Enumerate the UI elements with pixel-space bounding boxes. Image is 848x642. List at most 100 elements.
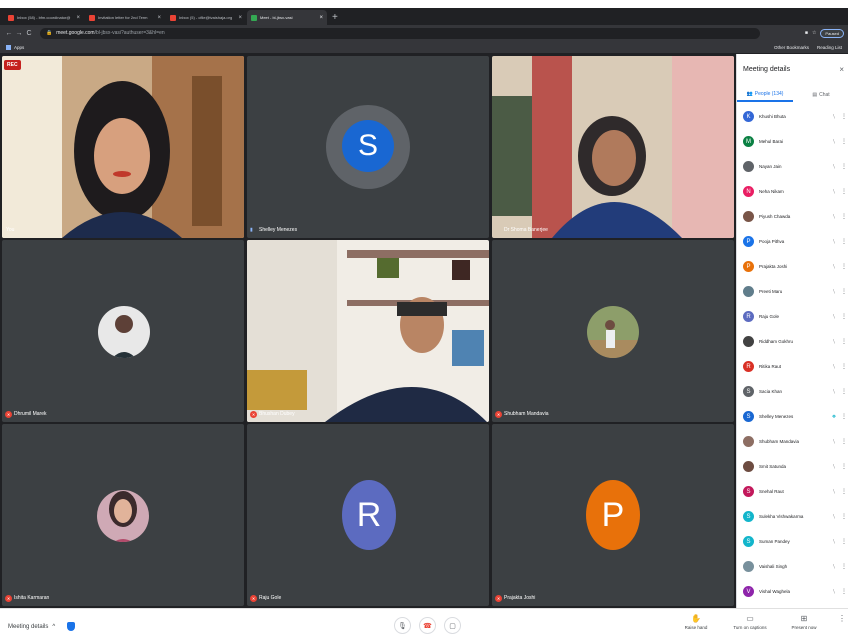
more-vert-icon[interactable]: ⋮ bbox=[839, 463, 848, 470]
more-vert-icon[interactable]: ⋮ bbox=[839, 588, 848, 595]
browser-tab[interactable]: Inbox (58) - bfm.coordinator@ × bbox=[4, 10, 84, 25]
participant-row[interactable]: Shubham Mandavia ⧹ ⋮ bbox=[737, 429, 848, 454]
participant-video bbox=[247, 240, 489, 422]
participant-tile-bhushan[interactable]: ✕ Bhushan Dubey bbox=[247, 240, 489, 422]
participant-row[interactable]: Piyush Chawda ⧹ ⋮ bbox=[737, 204, 848, 229]
more-vert-icon[interactable]: ⋮ bbox=[839, 213, 848, 220]
close-tab-icon[interactable]: × bbox=[76, 15, 80, 21]
bookmark-reading-list[interactable]: Reading List bbox=[817, 45, 842, 50]
participant-row[interactable]: R Raju Gole ⧹ ⋮ bbox=[737, 304, 848, 329]
raise-hand-button[interactable]: ✋ Raise hand bbox=[676, 614, 716, 630]
avatar bbox=[743, 336, 754, 347]
participant-row[interactable]: M Mehul Barai ⧹ ⋮ bbox=[737, 129, 848, 154]
more-vert-icon[interactable]: ⋮ bbox=[839, 113, 848, 120]
participant-row[interactable]: S Sulekha Vishwakarma ⧹ ⋮ bbox=[737, 504, 848, 529]
microphone-button[interactable]: 🎙 bbox=[394, 617, 411, 634]
participant-tile-prajakta[interactable]: P ✕ Prajakta Joshi bbox=[492, 424, 734, 606]
leave-call-button[interactable]: ☎ bbox=[419, 617, 436, 634]
avatar: S bbox=[743, 511, 754, 522]
captions-button[interactable]: ▭ Turn on captions bbox=[730, 614, 770, 630]
address-bar[interactable]: 🔒 meet.google.com/bl-jbsx-vasi?authuser=… bbox=[40, 27, 760, 39]
muted-mic-icon: ✕ bbox=[5, 411, 12, 418]
new-tab-button[interactable]: + bbox=[332, 10, 338, 25]
participant-row[interactable]: N Neha Nikam ⧹ ⋮ bbox=[737, 179, 848, 204]
avatar: S bbox=[743, 536, 754, 547]
close-tab-icon[interactable]: × bbox=[319, 15, 323, 21]
participant-row[interactable]: S Suman Pandey ⧹ ⋮ bbox=[737, 529, 848, 554]
participant-tile-shubham[interactable]: ✕ Shubham Mandavia bbox=[492, 240, 734, 422]
more-vert-icon[interactable]: ⋮ bbox=[839, 363, 848, 370]
more-options-button[interactable]: ⋮ bbox=[838, 614, 846, 630]
mic-off-icon: ⧹ bbox=[833, 213, 835, 220]
more-vert-icon[interactable]: ⋮ bbox=[839, 513, 848, 520]
more-vert-icon[interactable]: ⋮ bbox=[839, 388, 848, 395]
mic-off-icon: ⧹ bbox=[833, 438, 835, 445]
participant-row[interactable]: Riddham Gokhru ⧹ ⋮ bbox=[737, 329, 848, 354]
close-tab-icon[interactable]: × bbox=[238, 15, 242, 21]
more-vert-icon[interactable]: ⋮ bbox=[839, 438, 848, 445]
camera-button[interactable]: ▢ bbox=[444, 617, 461, 634]
participant-name: Raju Gole bbox=[759, 314, 780, 319]
tab-favicon-icon bbox=[251, 14, 257, 21]
close-icon[interactable]: × bbox=[839, 65, 844, 74]
participant-row[interactable]: S Snehal Raut ⧹ ⋮ bbox=[737, 479, 848, 504]
avatar: S bbox=[743, 386, 754, 397]
more-vert-icon[interactable]: ⋮ bbox=[839, 488, 848, 495]
bookmark-star-icon[interactable]: ☆ bbox=[812, 30, 816, 36]
host-controls-shield-icon[interactable] bbox=[67, 622, 76, 631]
more-vert-icon[interactable]: ⋮ bbox=[839, 288, 848, 295]
participant-row[interactable]: S Sacia Khan ⧹ ⋮ bbox=[737, 379, 848, 404]
browser-tab[interactable]: Invitation letter for 2nd Term × bbox=[85, 10, 165, 25]
hand-icon: ✋ bbox=[691, 614, 701, 623]
participant-tile-raju[interactable]: R ✕ Raju Gole bbox=[247, 424, 489, 606]
mic-off-icon: ⧹ bbox=[833, 313, 835, 320]
mic-off-icon: ⧹ bbox=[833, 388, 835, 395]
back-icon[interactable]: ← bbox=[4, 30, 14, 37]
participant-row[interactable]: P Pooja Pithva ⧹ ⋮ bbox=[737, 229, 848, 254]
camera-indicator-icon[interactable]: ■ bbox=[805, 30, 808, 36]
participant-row[interactable]: Preeti Maru ⧹ ⋮ bbox=[737, 279, 848, 304]
tile-name: Shelley Menezes bbox=[259, 227, 298, 233]
bookmark-apps[interactable]: Apps bbox=[14, 45, 24, 50]
more-vert-icon[interactable]: ⋮ bbox=[839, 138, 848, 145]
participant-row[interactable]: V Vishal Waghela ⧹ ⋮ bbox=[737, 579, 848, 604]
browser-tab[interactable]: Inbox (5) - cfile@tvaishaja.org × bbox=[166, 10, 246, 25]
reload-icon[interactable]: C bbox=[24, 30, 34, 37]
apps-icon bbox=[6, 44, 11, 50]
participant-row[interactable]: R Ritika Raut ⧹ ⋮ bbox=[737, 354, 848, 379]
forward-icon[interactable]: → bbox=[14, 30, 24, 37]
bookmark-other[interactable]: Other Bookmarks bbox=[774, 45, 809, 50]
participant-tile-dhrumil[interactable]: ✕ Dhrumil Marek bbox=[2, 240, 244, 422]
participant-row[interactable]: K Khushi Bhuta ⧹ ⋮ bbox=[737, 104, 848, 129]
more-vert-icon[interactable]: ⋮ bbox=[839, 313, 848, 320]
participant-row[interactable]: P Prajakta Joshi ⧹ ⋮ bbox=[737, 254, 848, 279]
tab-chat[interactable]: ▤ Chat bbox=[793, 88, 848, 102]
participant-tile-shelley[interactable]: S Shelley Menezes ▮ bbox=[247, 56, 489, 238]
participant-photo bbox=[98, 306, 150, 358]
more-vert-icon[interactable]: ⋮ bbox=[839, 413, 848, 420]
more-vert-icon[interactable]: ⋮ bbox=[839, 538, 848, 545]
participant-tile-shoma[interactable]: Dr Shoma Banerjee bbox=[492, 56, 734, 238]
tab-people[interactable]: 👥 People (134) bbox=[737, 88, 793, 102]
participant-row[interactable]: Smit Satunda ⧹ ⋮ bbox=[737, 454, 848, 479]
tab-people-label: People (134) bbox=[754, 91, 784, 97]
video-grid: REC You S Shelley Menezes ▮ Dr Shoma Ban… bbox=[0, 54, 736, 608]
present-now-button[interactable]: ⊞ Present now bbox=[784, 614, 824, 630]
close-tab-icon[interactable]: × bbox=[157, 15, 161, 21]
more-vert-icon[interactable]: ⋮ bbox=[839, 163, 848, 170]
more-vert-icon[interactable]: ⋮ bbox=[839, 188, 848, 195]
tile-name: Prajakta Joshi bbox=[504, 595, 536, 601]
more-vert-icon[interactable]: ⋮ bbox=[839, 263, 848, 270]
participant-row[interactable]: Vaishali Singh ⧹ ⋮ bbox=[737, 554, 848, 579]
more-vert-icon[interactable]: ⋮ bbox=[839, 238, 848, 245]
participant-row[interactable]: Nayan Jain ⧹ ⋮ bbox=[737, 154, 848, 179]
participant-tile-ishita[interactable]: ✕ Ishita Karmaran bbox=[2, 424, 244, 606]
more-vert-icon[interactable]: ⋮ bbox=[839, 563, 848, 570]
participant-tile-you[interactable]: You bbox=[2, 56, 244, 238]
self-video bbox=[2, 56, 244, 238]
browser-tab[interactable]: Meet - bl-jbsx-vasi × bbox=[247, 10, 327, 25]
profile-paused-button[interactable]: Paused bbox=[820, 28, 844, 38]
participant-row[interactable]: S Shelley Menezes ❖ ⋮ bbox=[737, 404, 848, 429]
meeting-details-button[interactable]: Meeting details ^ bbox=[8, 622, 76, 631]
more-vert-icon[interactable]: ⋮ bbox=[839, 338, 848, 345]
